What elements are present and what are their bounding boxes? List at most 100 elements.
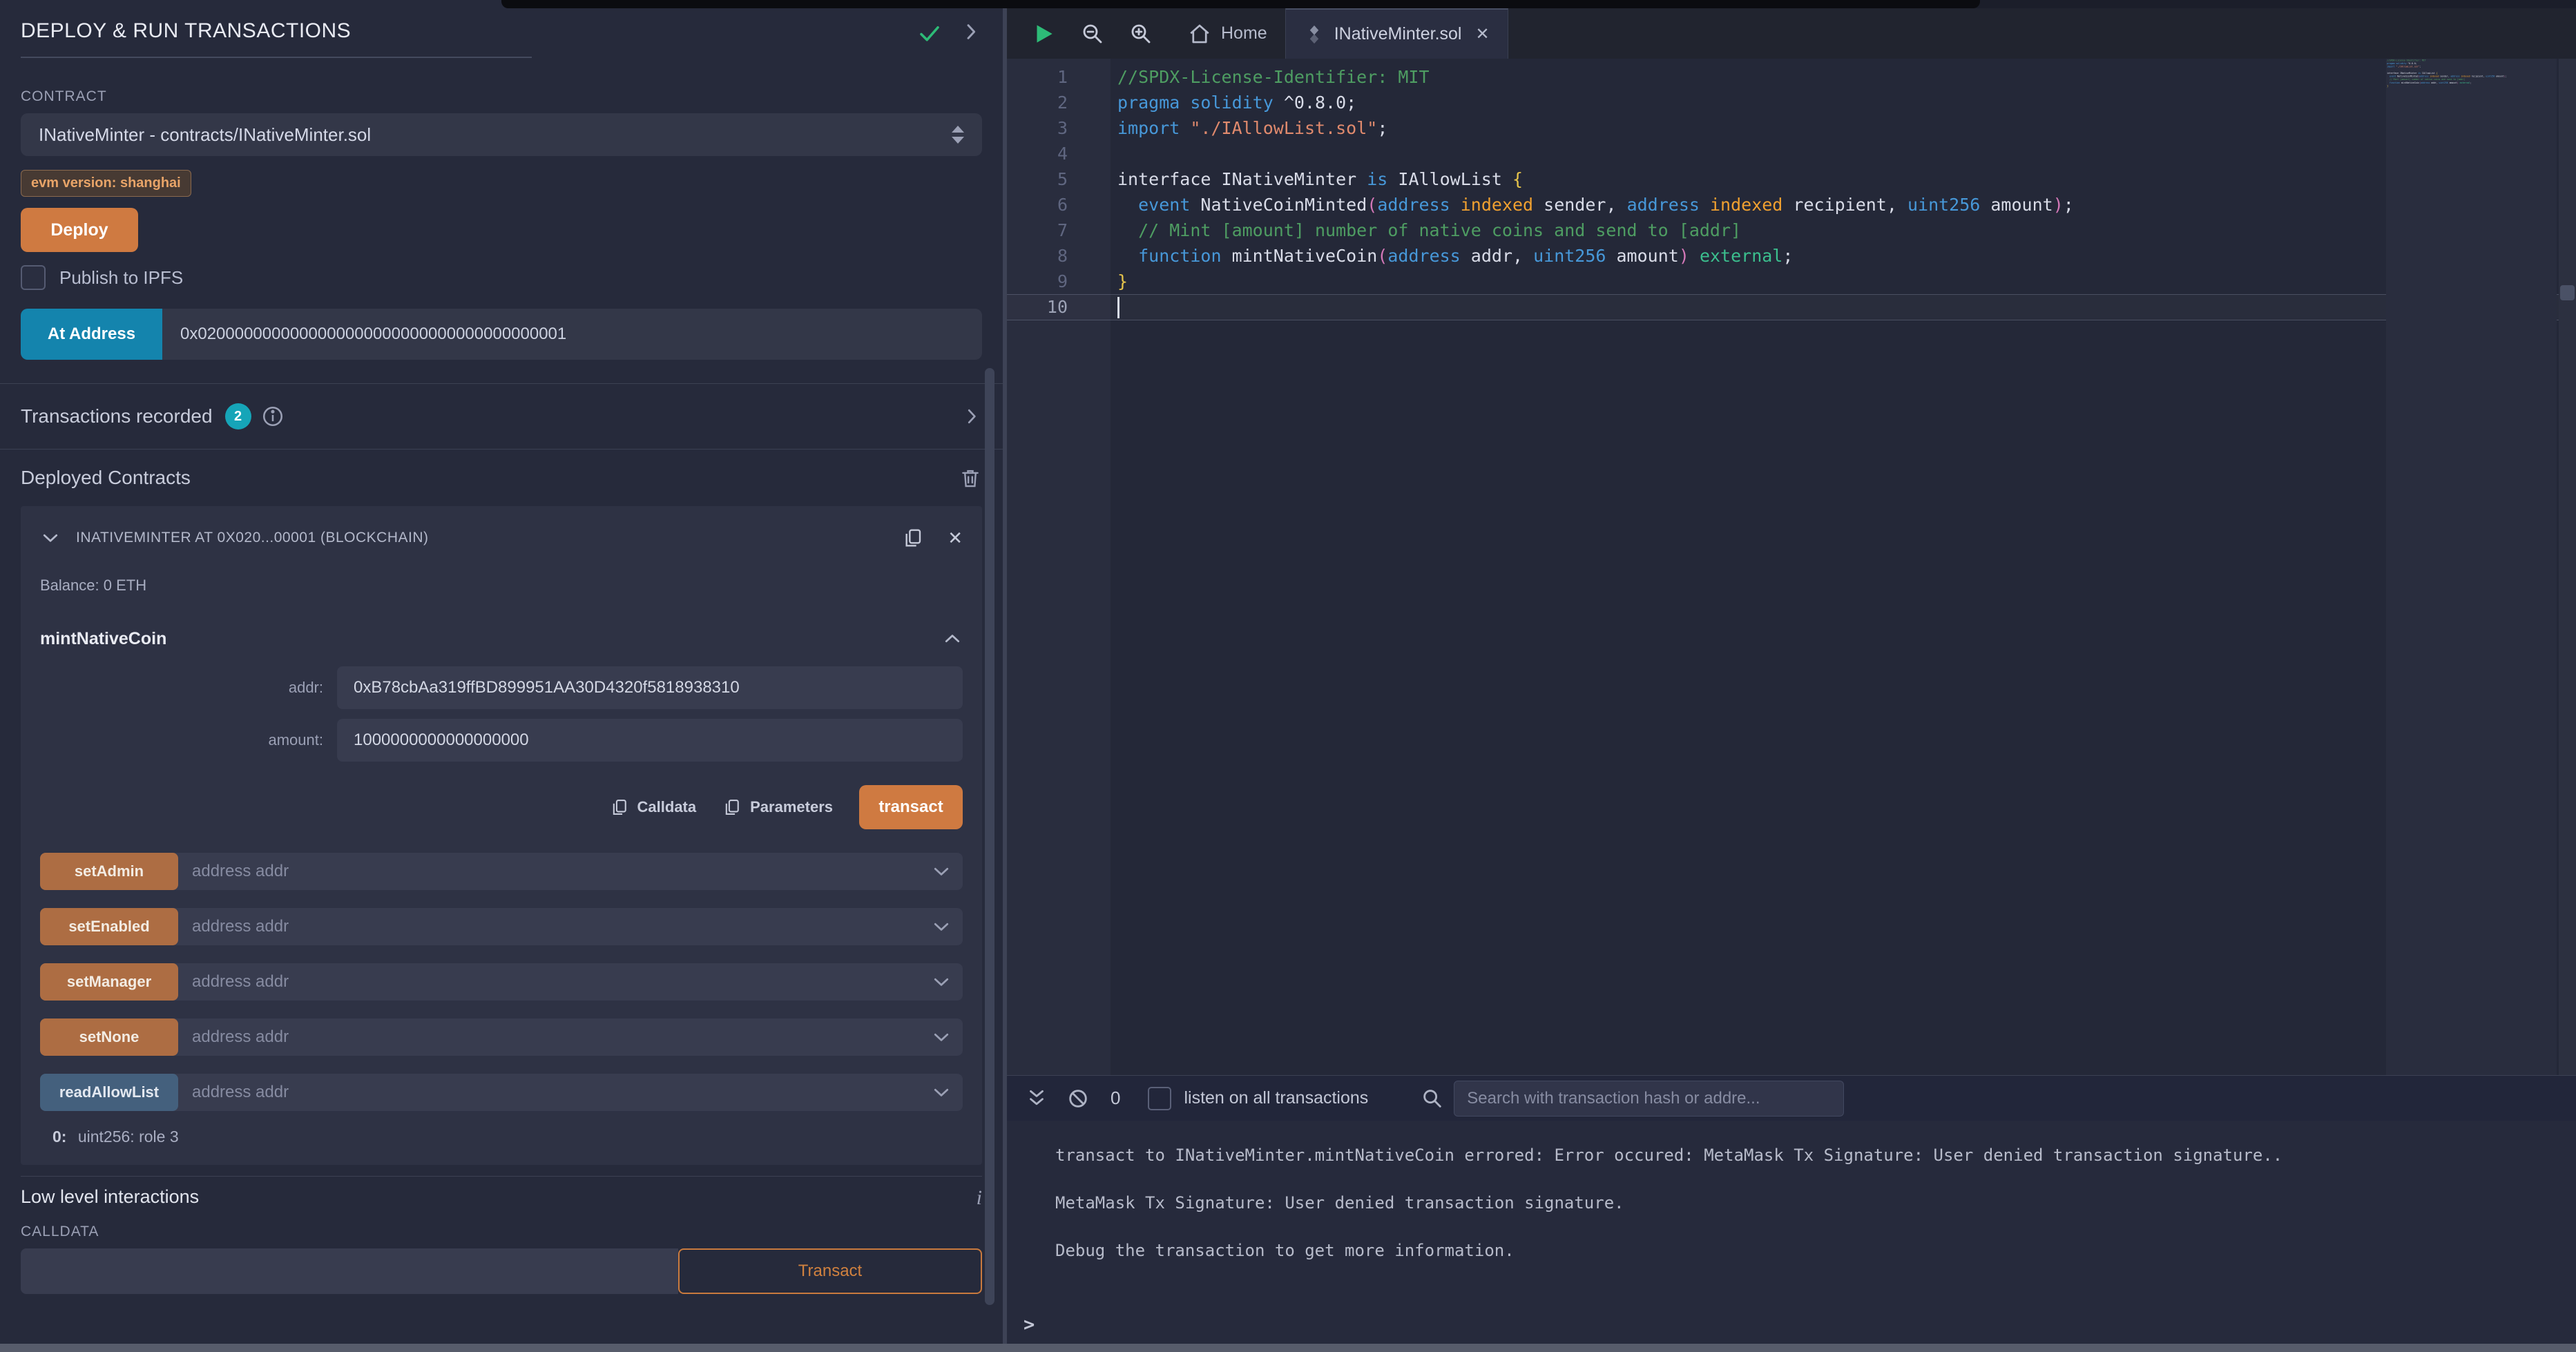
run-script-play-icon[interactable] xyxy=(1030,21,1057,47)
setAdmin-arg-input[interactable] xyxy=(178,862,931,881)
setNone-button[interactable]: setNone xyxy=(40,1018,178,1056)
open-function-name: mintNativeCoin xyxy=(40,629,166,649)
tab-inativeminter-sol[interactable]: INativeMinter.sol ✕ xyxy=(1285,8,1508,59)
home-icon xyxy=(1188,22,1211,46)
line-number: 3 xyxy=(1007,115,1111,141)
pin-panel-chevron-right-icon[interactable] xyxy=(960,21,982,43)
transact-button[interactable]: transact xyxy=(859,785,963,829)
parameters-copy-button[interactable]: Parameters xyxy=(722,798,833,817)
line-number: 9 xyxy=(1007,269,1111,294)
collapse-chevron-up-icon[interactable] xyxy=(942,628,963,649)
listen-all-transactions-label: listen on all transactions xyxy=(1184,1088,1368,1108)
low-level-header: Low level interactions i xyxy=(21,1186,982,1213)
code-area[interactable]: //SPDX-License-Identifier: MITpragma sol… xyxy=(1111,59,2386,1075)
transactions-expand-chevron-icon[interactable] xyxy=(961,406,982,427)
line-number: 8 xyxy=(1007,243,1111,269)
zoom-out-icon[interactable] xyxy=(1080,21,1105,46)
remove-contract-close-icon[interactable]: ✕ xyxy=(948,528,963,549)
function-field-row: addr: xyxy=(40,666,963,709)
deployed-contracts-heading: Deployed Contracts xyxy=(21,467,191,489)
addr-input[interactable] xyxy=(337,666,963,709)
code-editor[interactable]: 12345678910 //SPDX-License-Identifier: M… xyxy=(1007,59,2576,1075)
contract-label: CONTRACT xyxy=(21,88,982,105)
open-function-header[interactable]: mintNativeCoin xyxy=(40,626,963,651)
tab-close-icon[interactable]: ✕ xyxy=(1475,24,1489,44)
editor-scrollbar[interactable] xyxy=(2559,59,2576,1075)
calldata-input[interactable] xyxy=(21,1248,678,1294)
editor-region: Home INativeMinter.sol ✕ 12345678910 //S… xyxy=(1007,8,2576,1075)
at-address-button[interactable]: At Address xyxy=(21,309,162,360)
zoom-in-icon[interactable] xyxy=(1128,21,1153,46)
minimap[interactable]: //SPDX-License-Identifier: MITpragma sol… xyxy=(2386,59,2557,1075)
listen-all-transactions-checkbox[interactable] xyxy=(1148,1087,1171,1110)
calldata-label: CALLDATA xyxy=(21,1224,982,1240)
copy-address-icon[interactable] xyxy=(902,527,924,549)
line-number: 6 xyxy=(1007,192,1111,218)
setEnabled-button[interactable]: setEnabled xyxy=(40,908,178,945)
minimap-code: //SPDX-License-Identifier: MITpragma sol… xyxy=(2386,59,2557,90)
function-field-row: amount: xyxy=(40,719,963,762)
expand-chevron-down-icon[interactable] xyxy=(931,861,952,882)
setEnabled-arg-input[interactable] xyxy=(178,917,931,936)
check-icon xyxy=(917,21,942,46)
terminal-prompt: > xyxy=(1023,1314,1035,1335)
pending-tx-count: 0 xyxy=(1111,1088,1120,1109)
at-address-input[interactable] xyxy=(162,309,982,360)
code-line: import "./IAllowList.sol"; xyxy=(1111,115,2386,141)
expand-chevron-down-icon[interactable] xyxy=(931,1027,952,1047)
search-icon xyxy=(1421,1087,1444,1110)
code-line: pragma solidity ^0.8.0; xyxy=(1111,90,2386,115)
low-level-heading: Low level interactions xyxy=(21,1186,199,1208)
collapse-chevron-down-icon[interactable] xyxy=(40,528,61,548)
collapse-terminal-double-chevron-icon[interactable] xyxy=(1025,1087,1048,1110)
setManager-button[interactable]: setManager xyxy=(40,963,178,1001)
amount-input[interactable] xyxy=(337,719,963,762)
panel-scrollbar[interactable] xyxy=(985,368,994,1305)
expand-chevron-down-icon[interactable] xyxy=(931,1082,952,1103)
code-line: function mintNativeCoin(address addr, ui… xyxy=(1111,243,2386,269)
deployed-contracts-header: Deployed Contracts xyxy=(21,450,982,506)
readAllowList-arg-input[interactable] xyxy=(178,1083,931,1102)
transactions-count-badge: 2 xyxy=(225,403,251,429)
transactions-recorded-section[interactable]: Transactions recorded 2 xyxy=(0,383,1003,450)
readAllowList-row: readAllowList xyxy=(40,1074,963,1111)
info-icon[interactable] xyxy=(261,405,285,428)
title-underline xyxy=(21,57,532,58)
expand-chevron-down-icon[interactable] xyxy=(931,916,952,937)
setNone-arg-input[interactable] xyxy=(178,1027,931,1047)
info-i-icon[interactable]: i xyxy=(977,1186,982,1210)
text-cursor xyxy=(1117,297,1119,318)
editor-tabstrip: Home INativeMinter.sol ✕ xyxy=(1007,8,2576,59)
contract-card-header[interactable]: INATIVEMINTER AT 0X020...00001 (BLOCKCHA… xyxy=(40,524,963,552)
deploy-button[interactable]: Deploy xyxy=(21,208,138,252)
result-index: 0: xyxy=(52,1128,66,1146)
line-number: 5 xyxy=(1007,166,1111,192)
setManager-arg-input[interactable] xyxy=(178,972,931,992)
window-bottom-scrollbar[interactable] xyxy=(0,1344,2576,1352)
scrollbar-handle[interactable] xyxy=(2560,285,2575,300)
contract-instance-title: INATIVEMINTER AT 0X020...00001 (BLOCKCHA… xyxy=(76,530,429,546)
line-number: 10 xyxy=(1007,294,1111,320)
select-arrows-icon xyxy=(952,126,964,144)
trash-icon[interactable] xyxy=(959,466,982,490)
setAdmin-button[interactable]: setAdmin xyxy=(40,853,178,890)
browser-bar-fragment xyxy=(501,0,1980,8)
calldata-copy-button[interactable]: Calldata xyxy=(610,798,697,817)
publish-ipfs-checkbox[interactable] xyxy=(21,265,46,290)
terminal-search-input[interactable] xyxy=(1454,1081,1844,1117)
setEnabled-row: setEnabled xyxy=(40,908,963,945)
contract-select[interactable]: INativeMinter - contracts/INativeMinter.… xyxy=(21,113,982,156)
result-value: uint256: role 3 xyxy=(78,1128,179,1146)
code-line: //SPDX-License-Identifier: MIT xyxy=(1111,64,2386,90)
contract-balance: Balance: 0 ETH xyxy=(40,577,963,597)
line-number: 2 xyxy=(1007,90,1111,115)
readAllowList-button[interactable]: readAllowList xyxy=(40,1074,178,1111)
tab-home[interactable]: Home xyxy=(1170,8,1285,59)
low-level-transact-button[interactable]: Transact xyxy=(678,1248,982,1294)
clear-console-ban-icon[interactable] xyxy=(1066,1087,1090,1110)
expand-chevron-down-icon[interactable] xyxy=(931,972,952,992)
terminal-log-line: Debug the transaction to get more inform… xyxy=(1055,1241,2576,1260)
calldata-button-label: Calldata xyxy=(637,798,697,816)
code-line xyxy=(1111,141,2386,166)
parameters-button-label: Parameters xyxy=(750,798,833,816)
